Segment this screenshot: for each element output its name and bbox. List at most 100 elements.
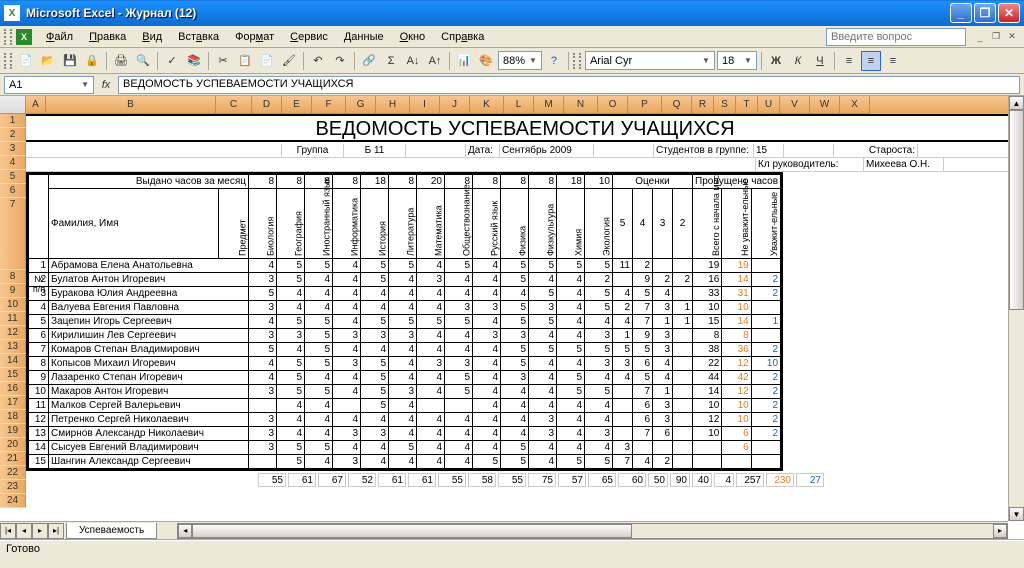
column-header[interactable]: O (598, 96, 628, 114)
undo-button[interactable]: ↶ (308, 51, 328, 71)
column-header[interactable]: E (282, 96, 312, 114)
font-combo[interactable]: Arial Cyr▼ (585, 51, 715, 70)
column-header[interactable]: S (714, 96, 736, 114)
menu-window[interactable]: Окно (392, 29, 434, 45)
horizontal-scrollbar[interactable]: ◂ ▸ (177, 523, 1008, 539)
research-button[interactable]: 📚 (184, 51, 204, 71)
row-header[interactable]: 21 (0, 452, 26, 466)
toolbar-handle-icon[interactable] (4, 53, 12, 69)
column-header[interactable]: X (840, 96, 870, 114)
row-header[interactable]: 18 (0, 410, 26, 424)
row-header[interactable]: 15 (0, 368, 26, 382)
select-all-corner[interactable] (0, 96, 26, 114)
cut-button[interactable]: ✂ (213, 51, 233, 71)
row-header[interactable]: 23 (0, 480, 26, 494)
print-button[interactable]: 🖨 (111, 51, 131, 71)
scroll-down-button[interactable]: ▼ (1009, 507, 1024, 521)
row-header[interactable]: 8 (0, 270, 26, 284)
tab-prev-button[interactable]: ◂ (16, 523, 32, 539)
preview-button[interactable]: 🔍 (133, 51, 153, 71)
zoom-combo[interactable]: 88%▼ (498, 51, 542, 70)
permission-button[interactable]: 🔒 (82, 51, 102, 71)
row-header[interactable]: 22 (0, 466, 26, 480)
italic-button[interactable]: К (788, 51, 808, 71)
scroll-left-button[interactable]: ◂ (178, 524, 192, 538)
menu-view[interactable]: Вид (134, 29, 170, 45)
tab-first-button[interactable]: |◂ (0, 523, 16, 539)
row-header[interactable]: 11 (0, 312, 26, 326)
hyperlink-button[interactable]: 🔗 (359, 51, 379, 71)
doc-restore-button[interactable]: ❐ (988, 30, 1004, 44)
bold-button[interactable]: Ж (766, 51, 786, 71)
help-search-input[interactable] (826, 28, 966, 46)
column-header[interactable]: W (810, 96, 840, 114)
row-header[interactable]: 9 (0, 284, 26, 298)
chart-button[interactable]: 📊 (454, 51, 474, 71)
menu-service[interactable]: Сервис (282, 29, 336, 45)
sheet-tab[interactable]: Успеваемость (66, 523, 157, 539)
column-header[interactable]: P (628, 96, 662, 114)
row-header[interactable]: 17 (0, 396, 26, 410)
scroll-thumb[interactable] (1009, 110, 1024, 310)
row-header[interactable]: 14 (0, 354, 26, 368)
column-header[interactable]: H (376, 96, 410, 114)
help-button[interactable]: ? (544, 51, 564, 71)
tab-next-button[interactable]: ▸ (32, 523, 48, 539)
column-header[interactable]: J (440, 96, 470, 114)
name-box[interactable]: A1▼ (4, 76, 94, 94)
row-header[interactable]: 19 (0, 424, 26, 438)
toolbar-handle-icon[interactable] (4, 29, 12, 45)
paste-button[interactable]: 📄 (257, 51, 277, 71)
column-header[interactable]: I (410, 96, 440, 114)
menu-data[interactable]: Данные (336, 29, 392, 45)
row-header[interactable]: 16 (0, 382, 26, 396)
menu-edit[interactable]: Правка (81, 29, 134, 45)
doc-minimize-button[interactable]: _ (972, 30, 988, 44)
vertical-scrollbar[interactable]: ▲ ▼ (1008, 96, 1024, 521)
formula-input[interactable]: ВЕДОМОСТЬ УСПЕВАЕМОСТИ УЧАЩИХСЯ (118, 76, 1020, 94)
column-header[interactable]: U (758, 96, 780, 114)
column-header[interactable]: F (312, 96, 346, 114)
column-header[interactable]: D (252, 96, 282, 114)
menu-file[interactable]: Файл (38, 29, 81, 45)
row-header[interactable]: 20 (0, 438, 26, 452)
row-header[interactable]: 6 (0, 184, 26, 198)
row-header[interactable]: 24 (0, 494, 26, 508)
document-icon[interactable]: X (16, 29, 32, 45)
underline-button[interactable]: Ч (810, 51, 830, 71)
column-header[interactable]: L (504, 96, 534, 114)
drawing-button[interactable]: 🎨 (476, 51, 496, 71)
scroll-up-button[interactable]: ▲ (1009, 96, 1024, 110)
column-header[interactable]: Q (662, 96, 692, 114)
autosum-button[interactable]: Σ (381, 51, 401, 71)
column-header[interactable]: R (692, 96, 714, 114)
fx-button[interactable]: fx (96, 76, 116, 94)
new-button[interactable]: 📄 (16, 51, 36, 71)
align-center-button[interactable]: ≡ (861, 51, 881, 71)
column-header[interactable]: G (346, 96, 376, 114)
sheet-title[interactable]: ВЕДОМОСТЬ УСПЕВАЕМОСТИ УЧАЩИХСЯ (26, 114, 1024, 142)
column-header[interactable]: B (46, 96, 216, 114)
row-header[interactable]: 10 (0, 298, 26, 312)
sort-desc-button[interactable]: A↑ (425, 51, 445, 71)
column-header[interactable]: C (216, 96, 252, 114)
minimize-button[interactable]: _ (950, 3, 972, 23)
row-header[interactable]: 3 (0, 142, 26, 156)
row-header[interactable]: 2 (0, 128, 26, 142)
column-header[interactable]: K (470, 96, 504, 114)
open-button[interactable]: 📂 (38, 51, 58, 71)
row-header[interactable]: 5 (0, 170, 26, 184)
spell-button[interactable]: ✓ (162, 51, 182, 71)
maximize-button[interactable]: ❐ (974, 3, 996, 23)
align-left-button[interactable]: ≡ (839, 51, 859, 71)
align-right-button[interactable]: ≡ (883, 51, 903, 71)
font-size-combo[interactable]: 18▼ (717, 51, 757, 70)
copy-button[interactable]: 📋 (235, 51, 255, 71)
row-header[interactable]: 1 (0, 114, 26, 128)
menu-format[interactable]: Формат (227, 29, 282, 45)
tab-last-button[interactable]: ▸| (48, 523, 64, 539)
row-header[interactable]: 13 (0, 340, 26, 354)
column-header[interactable]: T (736, 96, 758, 114)
save-button[interactable]: 💾 (60, 51, 80, 71)
sort-asc-button[interactable]: A↓ (403, 51, 423, 71)
